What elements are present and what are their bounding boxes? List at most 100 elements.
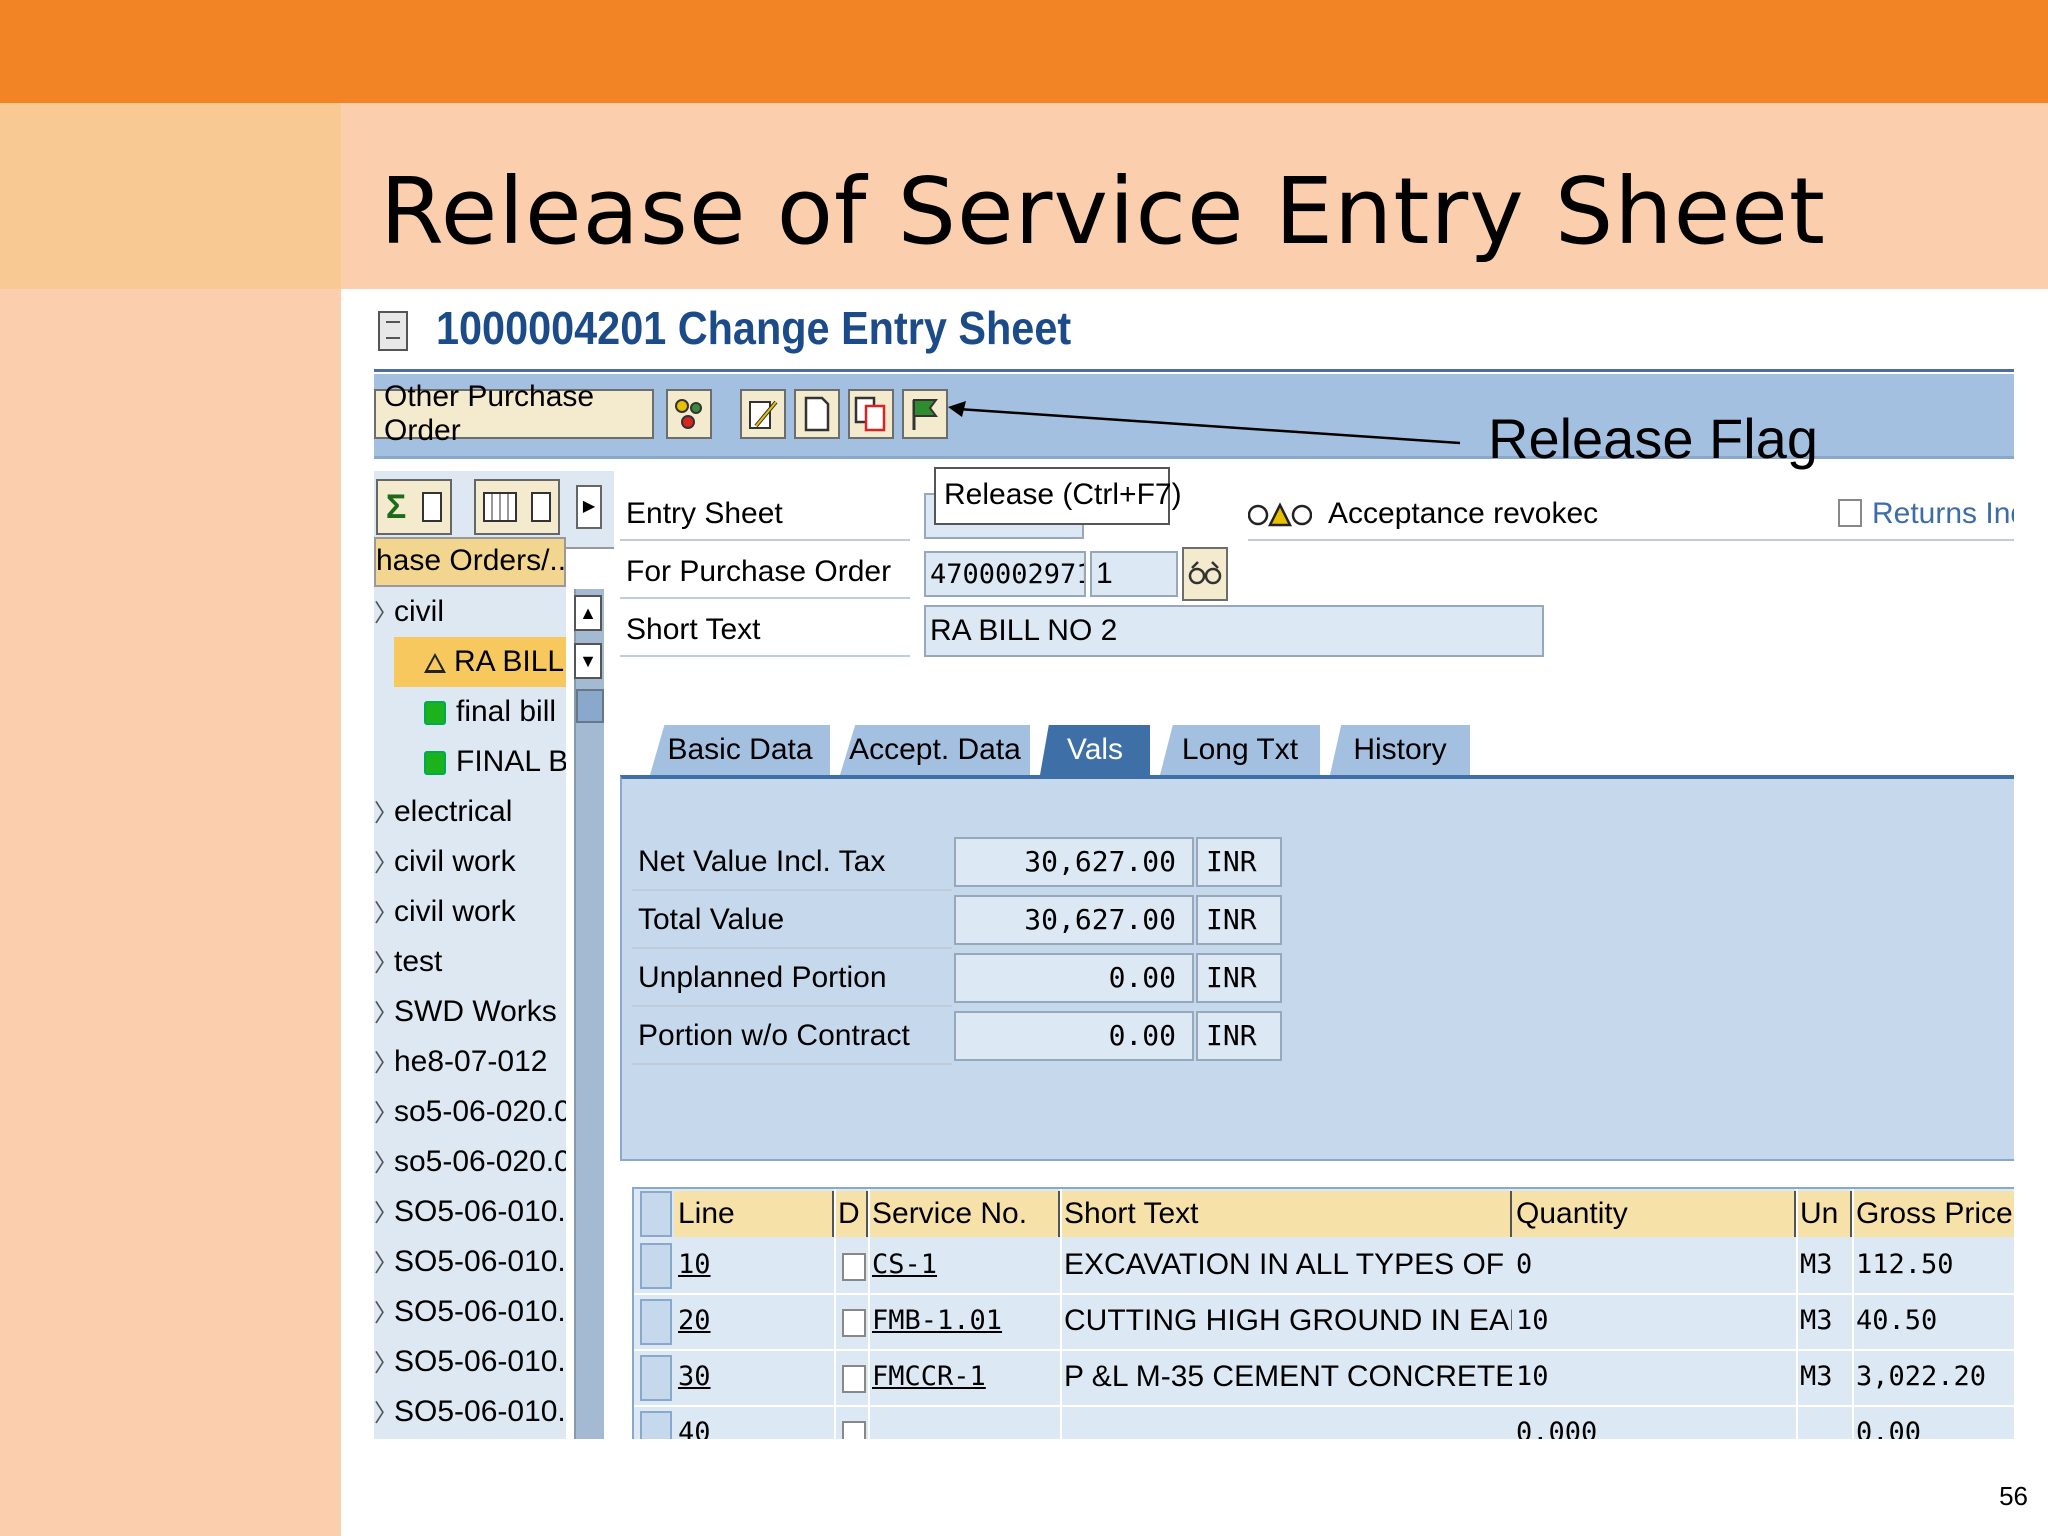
tree-item-so5-020-a[interactable]: 〉so5-06-020.0( [374,1087,566,1137]
tab-accept-data[interactable]: Accept. Data [840,725,1030,775]
tree-item-ra-bill[interactable]: RA BILL N [394,637,566,687]
service-unit[interactable]: M3 [1796,1239,1852,1291]
tree-item-swd-works[interactable]: 〉SWD Works [374,987,566,1037]
tree-item-so5-010-d[interactable]: 〉SO5-06-010.0 [374,1337,566,1387]
tree-header[interactable]: hase Orders/... [374,537,566,587]
label-underline [1248,539,2014,541]
service-gross-price[interactable]: 112.50 [1852,1239,2014,1291]
sap-screen: 1000004201 Change Entry Sheet Other Purc… [374,289,2014,1439]
tab-label: Accept. Data [849,733,1021,766]
tree-item-label: SWD Works [394,995,557,1028]
tree-item-test[interactable]: 〉test [374,937,566,987]
tree-item-so5-010-a[interactable]: 〉SO5-06-010.0 [374,1187,566,1237]
service-number-link[interactable]: FMCCR-1 [868,1351,1060,1403]
row-selector[interactable] [640,1355,672,1401]
line-number-link[interactable]: 10 [674,1239,834,1291]
tab-vals[interactable]: Vals [1040,725,1150,775]
tab-history[interactable]: History [1330,725,1470,775]
service-quantity[interactable]: 10 [1512,1295,1796,1347]
column-header-line[interactable]: Line [674,1191,834,1237]
sum-button[interactable]: Σ [376,479,452,535]
service-number-link[interactable]: FMB-1.01 [868,1295,1060,1347]
purchase-order-field[interactable]: 4700002971 [924,551,1086,597]
service-quantity[interactable]: 0.000 [1512,1407,1796,1439]
tree-item-final-bill[interactable]: final bill [394,687,566,737]
line-number-link[interactable]: 20 [674,1295,834,1347]
tree-item-electrical[interactable]: 〉electrical [374,787,566,837]
tree-item-final-bill-2[interactable]: FINAL BILL [394,737,566,787]
grid-icon [483,492,517,522]
object-links-button[interactable] [666,389,712,439]
tab-label: Vals [1066,733,1124,766]
service-short-text[interactable]: P &L M-35 CEMENT CONCRETE INCL [1060,1351,1512,1403]
po-item-field[interactable]: 1 [1090,551,1178,597]
deletion-checkbox[interactable] [842,1421,866,1439]
row-selector[interactable] [640,1243,672,1289]
net-value-currency[interactable]: INR [1196,837,1282,887]
scroll-up-icon[interactable]: ▲ [574,595,602,631]
column-header-quantity[interactable]: Quantity [1512,1191,1796,1237]
other-purchase-order-button[interactable]: Other Purchase Order [374,380,654,447]
column-header-gross-price[interactable]: Gross Price [1852,1191,2014,1237]
unplanned-portion-amount[interactable]: 0.00 [954,953,1194,1003]
line-number-link[interactable]: 40 [674,1407,834,1439]
new-document-button[interactable] [794,389,840,439]
row-selector[interactable] [640,1299,672,1345]
service-gross-price[interactable]: 3,022.20 [1852,1351,2014,1403]
row-selector[interactable] [640,1411,672,1439]
scroll-down-icon[interactable]: ▼ [574,643,602,679]
tree-item-label: RA BILL N [454,645,566,678]
document-icon [378,311,408,351]
deletion-checkbox[interactable] [842,1309,866,1337]
tab-basic-data[interactable]: Basic Data [650,725,830,775]
scroll-thumb[interactable] [576,689,604,723]
total-value-currency[interactable]: INR [1196,895,1282,945]
label-underline [632,889,952,891]
select-all-cell[interactable] [640,1191,672,1237]
short-text-field[interactable]: RA BILL NO 2 [924,605,1544,657]
service-unit[interactable]: M3 [1796,1351,1852,1403]
service-number-link[interactable]: CS-1 [868,1239,1060,1291]
status-ok-icon [424,701,446,726]
column-header-short-text[interactable]: Short Text [1060,1191,1512,1237]
service-gross-price[interactable]: 0.00 [1852,1407,2014,1439]
service-short-text[interactable]: EXCAVATION IN ALL TYPES OF SOILS [1060,1239,1512,1291]
change-button[interactable] [740,389,786,439]
column-header-service-no[interactable]: Service No. [868,1191,1060,1237]
service-quantity[interactable]: 10 [1512,1351,1796,1403]
tree-item-so5-010-e[interactable]: 〉SO5-06-010.0 [374,1387,566,1437]
portion-wo-contract-currency[interactable]: INR [1196,1011,1282,1061]
column-header-d[interactable]: D [834,1191,868,1237]
line-number-link[interactable]: 30 [674,1351,834,1403]
returns-indicator-checkbox[interactable] [1838,499,1862,527]
layout-icon [422,492,443,522]
service-gross-price[interactable]: 40.50 [1852,1295,2014,1347]
tree-item-so5-020-b[interactable]: 〉so5-06-020.0( [374,1137,566,1187]
expand-arrow-icon: 〉 [374,1300,398,1327]
deletion-checkbox[interactable] [842,1253,866,1281]
unplanned-portion-currency[interactable]: INR [1196,953,1282,1003]
display-po-button[interactable] [1182,547,1228,601]
tree-item-he8[interactable]: 〉he8-07-012 [374,1037,566,1087]
service-quantity[interactable]: 0 [1512,1239,1796,1291]
release-flag-button[interactable] [902,389,948,439]
service-short-text[interactable]: CUTTING HIGH GROUND IN EARTH,E [1060,1295,1512,1347]
service-unit[interactable]: M3 [1796,1295,1852,1347]
net-value-amount[interactable]: 30,627.00 [954,837,1194,887]
deletion-checkbox[interactable] [842,1365,866,1393]
copy-button[interactable] [848,389,894,439]
expand-arrow-icon: 〉 [374,1400,398,1427]
tree-item-civil[interactable]: 〉civil [374,587,566,637]
tree-item-label: SO5-06-010.0 [394,1245,566,1278]
grid-view-button[interactable] [474,479,560,535]
total-value-amount[interactable]: 30,627.00 [954,895,1194,945]
tab-long-txt[interactable]: Long Txt [1160,725,1320,775]
expand-right-icon[interactable]: ▶ [576,485,602,529]
tree-item-so5-010-b[interactable]: 〉SO5-06-010.0 [374,1237,566,1287]
tree-item-civil-work[interactable]: 〉civil work [374,837,566,887]
tree-item-civil-work-2[interactable]: 〉civil work [374,887,566,937]
portion-wo-contract-amount[interactable]: 0.00 [954,1011,1194,1061]
column-header-unit[interactable]: Un [1796,1191,1852,1237]
tree-item-so5-010-c[interactable]: 〉SO5-06-010.0 [374,1287,566,1337]
tree-item-label: test [394,945,443,978]
